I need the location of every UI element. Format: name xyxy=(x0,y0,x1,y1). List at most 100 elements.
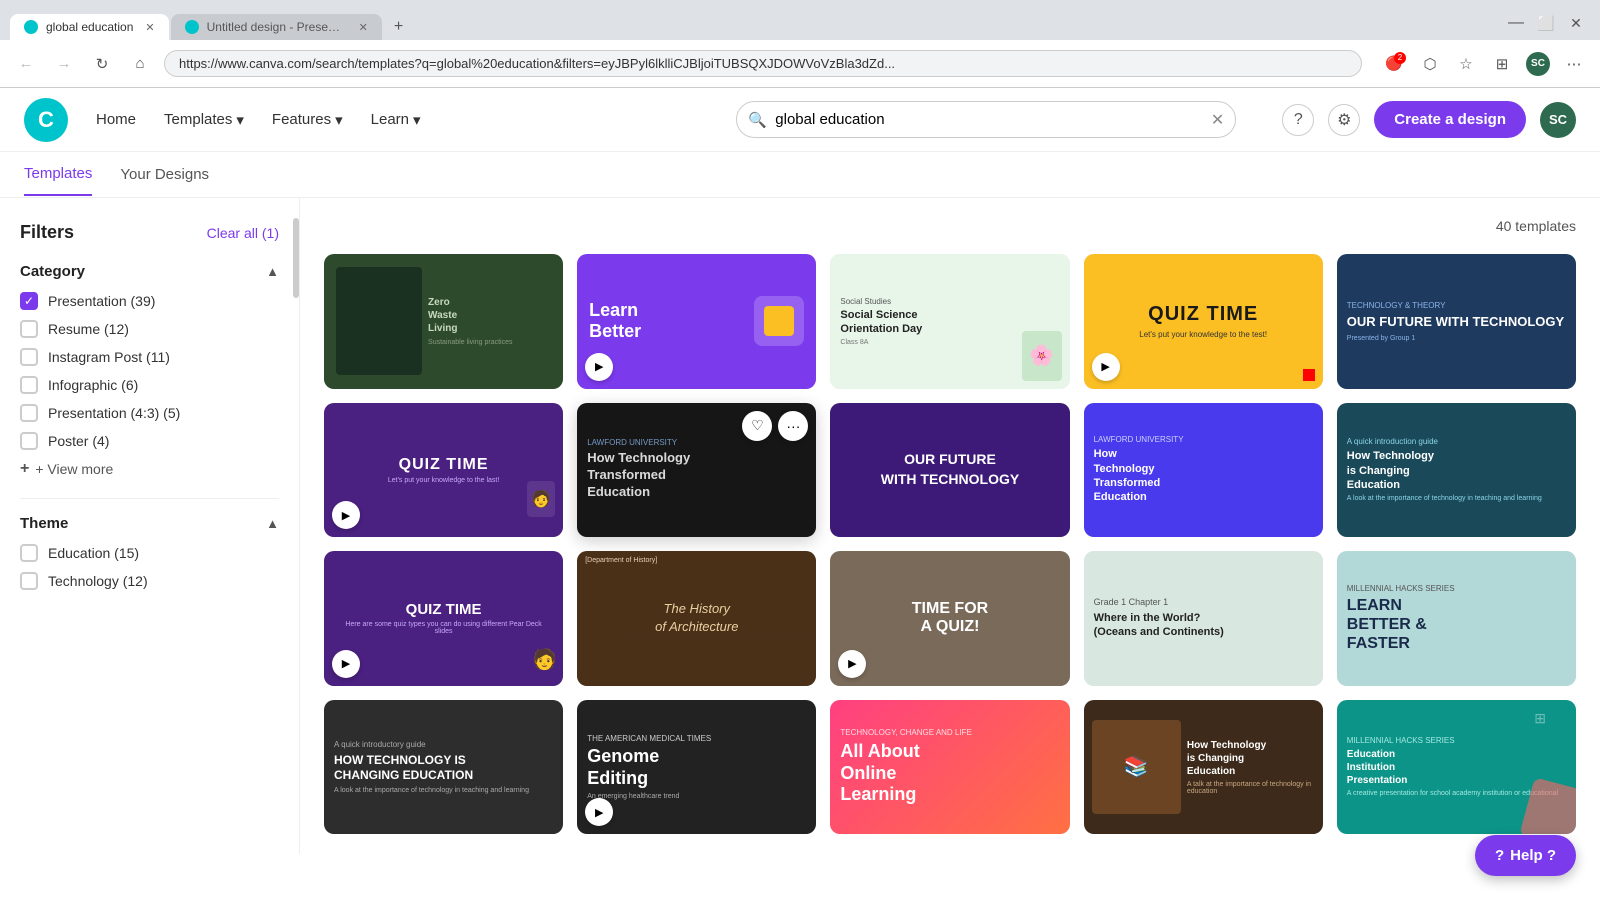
template-card-19[interactable]: 📚 How Technologyis ChangingEducation A t… xyxy=(1084,700,1323,835)
tab-your-designs[interactable]: Your Designs xyxy=(120,154,209,195)
help-icon[interactable]: ? xyxy=(1282,104,1314,136)
browser-chrome: global education ✕ Untitled design - Pre… xyxy=(0,0,1600,88)
template-card-16[interactable]: A quick introductory guide HOW TECHNOLOG… xyxy=(324,700,563,835)
checkbox-infographic[interactable] xyxy=(20,376,38,394)
category-chevron[interactable]: ▲ xyxy=(266,264,279,279)
tab-templates[interactable]: Templates xyxy=(24,153,92,196)
search-input[interactable] xyxy=(736,101,1236,138)
nav-home[interactable]: Home xyxy=(96,111,136,128)
checkbox-presentation[interactable]: ✓ xyxy=(20,292,38,310)
tab-label-1: global education xyxy=(46,20,133,34)
notification-badge: 2 xyxy=(1394,52,1406,64)
template-card-1[interactable]: ZeroWasteLiving Sustainable living pract… xyxy=(324,254,563,389)
address-bar-row: ← → ↻ ⌂ 🔴 2 ⬡ ☆ ⊞ SC ⋯ xyxy=(0,40,1600,88)
template-card-20[interactable]: MILLENNIAL HACKS SERIES EducationInstitu… xyxy=(1337,700,1576,835)
theme-chevron[interactable]: ▲ xyxy=(266,516,279,531)
template-card-10[interactable]: A quick introduction guide How Technolog… xyxy=(1337,403,1576,538)
tab-1[interactable]: global education ✕ xyxy=(10,14,169,40)
help-question-icon: ? xyxy=(1495,847,1504,864)
filter-instagram[interactable]: Instagram Post (11) xyxy=(20,348,279,366)
template-card-7[interactable]: LAWFORD UNIVERSITY How TechnologyTransfo… xyxy=(577,403,816,538)
filter-presentation-43[interactable]: Presentation (4:3) (5) xyxy=(20,404,279,422)
checkbox-instagram[interactable] xyxy=(20,348,38,366)
template-card-11[interactable]: QUIZ TIME Here are some quiz types you c… xyxy=(324,551,563,686)
template-card-12[interactable]: [Department of History] The Historyof Ar… xyxy=(577,551,816,686)
bookmark-icon[interactable]: ☆ xyxy=(1452,50,1480,78)
help-float-button[interactable]: ? Help ? xyxy=(1475,835,1576,876)
bookmarks-icon[interactable]: ⊞ xyxy=(1488,50,1516,78)
create-design-button[interactable]: Create a design xyxy=(1374,101,1526,138)
filter-label-resume: Resume (12) xyxy=(48,321,129,337)
filter-label-infographic: Infographic (6) xyxy=(48,377,138,393)
view-more-button[interactable]: + + View more xyxy=(20,460,279,478)
template-card-13[interactable]: TIME FORA QUIZ! ▶ xyxy=(830,551,1069,686)
checkbox-education[interactable] xyxy=(20,544,38,562)
sidebar-scrollbar[interactable] xyxy=(293,218,299,298)
nav-features[interactable]: Features ▾ xyxy=(272,111,343,129)
filter-label-presentation-43: Presentation (4:3) (5) xyxy=(48,405,180,421)
checkbox-technology[interactable] xyxy=(20,572,38,590)
filter-presentation[interactable]: ✓ Presentation (39) xyxy=(20,292,279,310)
sidebar: Filters Clear all (1) Category ▲ ✓ Prese… xyxy=(0,198,300,854)
template-card-3[interactable]: Social Studies Social ScienceOrientation… xyxy=(830,254,1069,389)
filter-resume[interactable]: Resume (12) xyxy=(20,320,279,338)
refresh-button[interactable]: ↻ xyxy=(88,50,116,78)
template-card-6[interactable]: QUIZ TIME Let's put your knowledge to th… xyxy=(324,403,563,538)
template-card-4[interactable]: QUIZ TIME Let's put your knowledge to th… xyxy=(1084,254,1323,389)
extension-icon-1[interactable]: 🔴 2 xyxy=(1380,50,1408,78)
filter-education[interactable]: Education (15) xyxy=(20,544,279,562)
template-card-14[interactable]: Grade 1 Chapter 1 Where in the World?(Oc… xyxy=(1084,551,1323,686)
home-button[interactable]: ⌂ xyxy=(126,50,154,78)
maximize-button[interactable]: ⬜ xyxy=(1532,12,1560,34)
tab-favicon-1 xyxy=(24,20,38,34)
template-card-18[interactable]: TECHNOLOGY, CHANGE AND LIFE All AboutOnl… xyxy=(830,700,1069,835)
avatar[interactable]: SC xyxy=(1540,102,1576,138)
sub-nav: Templates Your Designs xyxy=(0,152,1600,198)
filter-infographic[interactable]: Infographic (6) xyxy=(20,376,279,394)
content: 40 templates ZeroWasteLiving Sustainable… xyxy=(300,198,1600,854)
extension-icon-2[interactable]: ⬡ xyxy=(1416,50,1444,78)
template-card-15[interactable]: MILLENNIAL HACKS SERIES LEARNBETTER &FAS… xyxy=(1337,551,1576,686)
sidebar-divider xyxy=(20,498,279,499)
user-profile-icon[interactable]: SC xyxy=(1524,50,1552,78)
logo-text: C xyxy=(38,107,54,133)
template-card-2[interactable]: LearnBetter ▶ xyxy=(577,254,816,389)
back-button[interactable]: ← xyxy=(12,50,40,78)
filter-label-presentation: Presentation (39) xyxy=(48,293,155,309)
filter-technology[interactable]: Technology (12) xyxy=(20,572,279,590)
nav-learn[interactable]: Learn ▾ xyxy=(371,111,421,129)
checkbox-presentation-43[interactable] xyxy=(20,404,38,422)
template-card-5[interactable]: TECHNOLOGY & THEORY OUR FUTURE WITH TECH… xyxy=(1337,254,1576,389)
card-7-more[interactable]: ··· xyxy=(778,411,808,441)
card-7-heart[interactable]: ♡ xyxy=(742,411,772,441)
tab-2[interactable]: Untitled design - Presentation (1 ✕ xyxy=(171,14,382,40)
menu-icon[interactable]: ⋯ xyxy=(1560,50,1588,78)
forward-button[interactable]: → xyxy=(50,50,78,78)
checkbox-resume[interactable] xyxy=(20,320,38,338)
tab-close-2[interactable]: ✕ xyxy=(359,21,368,34)
close-button[interactable]: ✕ xyxy=(1562,12,1590,34)
nav-templates[interactable]: Templates ▾ xyxy=(164,111,244,129)
template-card-9[interactable]: LAWFORD UNIVERSITY HowTechnologyTransfor… xyxy=(1084,403,1323,538)
clear-all-button[interactable]: Clear all (1) xyxy=(207,225,279,241)
nav-search: 🔍 ✕ xyxy=(736,101,1236,138)
main-layout: Filters Clear all (1) Category ▲ ✓ Prese… xyxy=(0,198,1600,854)
address-input[interactable] xyxy=(164,50,1362,77)
tab-close-1[interactable]: ✕ xyxy=(145,21,154,34)
new-tab-button[interactable]: + xyxy=(384,14,413,40)
tab-label-2: Untitled design - Presentation (1 xyxy=(207,20,347,34)
template-card-8[interactable]: OUR FUTUREWITH TECHNOLOGY xyxy=(830,403,1069,538)
settings-icon[interactable]: ⚙ xyxy=(1328,104,1360,136)
nav-right: ? ⚙ Create a design SC xyxy=(1282,101,1576,138)
canva-logo[interactable]: C xyxy=(24,98,68,142)
filter-poster[interactable]: Poster (4) xyxy=(20,432,279,450)
help-float-label: Help ? xyxy=(1510,847,1556,864)
filter-label-instagram: Instagram Post (11) xyxy=(48,349,170,365)
tab-bar: global education ✕ Untitled design - Pre… xyxy=(0,0,1600,40)
category-section-header: Category ▲ xyxy=(20,263,279,280)
checkbox-poster[interactable] xyxy=(20,432,38,450)
filter-label-technology: Technology (12) xyxy=(48,573,148,589)
minimize-button[interactable]: — xyxy=(1502,12,1530,34)
search-clear-button[interactable]: ✕ xyxy=(1211,110,1224,130)
template-card-17[interactable]: THE AMERICAN MEDICAL TIMES GenomeEditing… xyxy=(577,700,816,835)
